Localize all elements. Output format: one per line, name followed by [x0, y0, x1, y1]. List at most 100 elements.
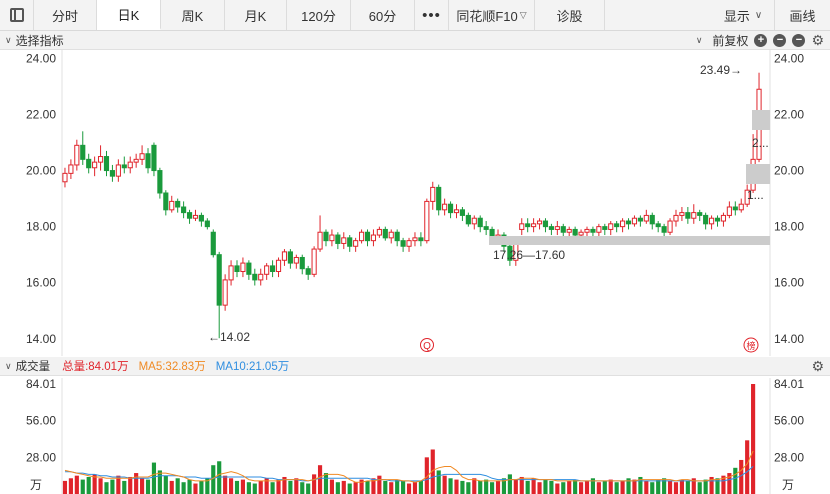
volume-bar	[193, 483, 198, 494]
volume-bar	[650, 482, 655, 494]
candle-down	[287, 251, 293, 264]
volume-bar	[578, 482, 584, 494]
volume-bar	[454, 479, 459, 494]
volume-bar	[418, 480, 423, 494]
volume-bar	[104, 482, 109, 494]
volume-bar	[294, 478, 299, 494]
event-marker-q-label: Q	[423, 341, 431, 352]
candle-up	[264, 265, 270, 275]
candle-down	[210, 231, 216, 256]
volume-bar	[169, 480, 174, 494]
volume-bar	[596, 482, 601, 494]
volume-bar	[608, 479, 613, 494]
candle-up	[738, 203, 744, 211]
volume-bar	[478, 480, 483, 494]
candle-down	[121, 164, 127, 169]
candle-up	[531, 223, 537, 228]
candle-up	[566, 228, 572, 233]
candle-up	[388, 231, 394, 239]
candle-down	[270, 265, 276, 272]
candle-up	[370, 234, 377, 242]
candle-up	[240, 262, 246, 272]
candle-up	[376, 228, 382, 236]
candle-up	[275, 259, 282, 272]
volume-bar	[329, 479, 334, 494]
candle-down	[483, 226, 489, 230]
kline-chart[interactable]: 24.00 22.00 20.00 18.00 16.00 14.00 24.00 22.0…	[0, 0, 830, 494]
volume-bar	[317, 465, 323, 494]
volume-bar	[389, 482, 394, 494]
volume-bar	[448, 478, 453, 494]
volume-bar	[365, 480, 370, 494]
candle-up	[608, 223, 614, 230]
price-tick-right: 18.00	[774, 220, 804, 234]
candle-down	[347, 237, 353, 247]
volume-bars	[62, 384, 756, 494]
candle-down	[418, 237, 424, 242]
volume-bar	[531, 478, 536, 494]
candle-up	[258, 273, 264, 281]
volume-bar	[495, 480, 501, 494]
volume-bar	[703, 479, 708, 494]
volume-bar	[656, 479, 661, 494]
price-tick-left: 14.00	[26, 332, 56, 346]
volume-bar	[614, 482, 619, 494]
candle-down	[394, 231, 400, 242]
volume-bar	[460, 480, 465, 494]
candle-down	[163, 192, 169, 211]
volume-bar	[128, 476, 133, 494]
volume-bar	[74, 475, 79, 494]
candle-down	[447, 203, 454, 214]
volume-unit-left: 万	[30, 478, 42, 492]
price-axis-right: 24.00 22.00 20.00 18.00 16.00 14.00	[774, 51, 804, 345]
candle-up	[192, 214, 199, 219]
candle-up	[133, 158, 139, 163]
candle-up	[631, 217, 638, 225]
price-tick-right: 22.00	[774, 107, 804, 121]
candle-down	[86, 158, 92, 169]
candle-down	[590, 228, 596, 233]
candle-down	[477, 217, 483, 228]
volume-bar	[145, 479, 151, 494]
volume-bar	[567, 480, 572, 494]
candle-up	[97, 156, 104, 163]
volume-bar	[667, 480, 673, 494]
candle-up	[341, 237, 347, 244]
volume-bar	[151, 462, 157, 494]
volume-bar	[98, 478, 103, 494]
volume-bar	[258, 480, 263, 494]
candle-down	[246, 262, 252, 275]
candle-down	[151, 144, 157, 172]
volume-bar	[335, 482, 340, 494]
candle-up	[353, 240, 359, 247]
volume-bar	[584, 480, 590, 494]
volume-bar	[412, 482, 418, 494]
candle-down	[382, 228, 388, 239]
volume-bar	[466, 482, 471, 494]
candle-up	[139, 153, 145, 160]
candle-up	[720, 214, 727, 222]
candle-up	[228, 265, 234, 281]
volume-tick-right: 28.00	[774, 450, 804, 464]
volume-bar	[288, 480, 293, 494]
volume-bar	[751, 384, 756, 494]
volume-bar	[68, 478, 73, 494]
volume-tick-left: 84.01	[26, 377, 56, 391]
band-label-1: 2...	[752, 136, 769, 150]
candle-down	[145, 153, 151, 169]
candle-down	[637, 217, 643, 222]
candle-up	[68, 164, 74, 174]
candle-down	[602, 226, 608, 230]
stock-kline-app: 分时 日K 周K 月K 120分 60分 ••• 同花顺F10 ▽ 诊股 显示 …	[0, 0, 830, 494]
volume-bar	[353, 482, 358, 494]
candle-up	[317, 231, 323, 250]
candle-down	[655, 223, 661, 228]
volume-bar	[673, 482, 679, 494]
price-tick-right: 16.00	[774, 276, 804, 290]
candle-down	[198, 214, 204, 222]
volume-bar	[490, 482, 495, 494]
candle-down	[465, 214, 471, 225]
volume-bar	[122, 480, 127, 494]
candle-down	[572, 228, 578, 236]
price-tick-left: 18.00	[26, 220, 56, 234]
